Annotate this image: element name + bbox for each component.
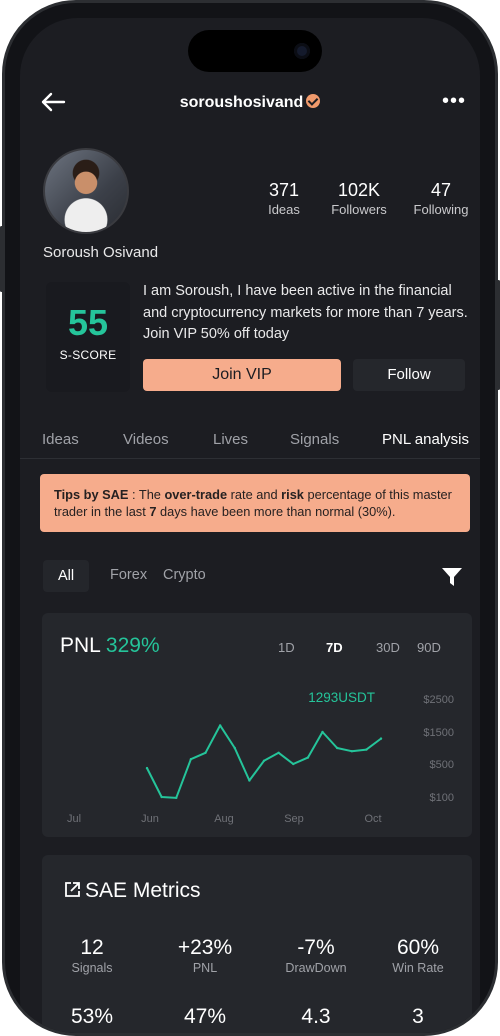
tips-prefix: Tips by SAE bbox=[54, 487, 129, 502]
metric-value: 3 bbox=[412, 1005, 424, 1028]
metric-value: 53% bbox=[70, 1005, 114, 1028]
pnl-data-point bbox=[145, 766, 149, 770]
pnl-data-point bbox=[365, 748, 368, 751]
sae-metrics-heading[interactable]: SAE Metrics bbox=[64, 879, 201, 903]
metric-value: 47% bbox=[183, 1005, 227, 1028]
pnl-data-point bbox=[350, 750, 353, 753]
tab-signals[interactable]: Signals bbox=[290, 431, 339, 448]
tips-text: days have been more than normal (30%). bbox=[156, 504, 396, 519]
metric-6: 47% bbox=[155, 1005, 255, 1030]
metric-value: 4.3 bbox=[301, 1005, 331, 1028]
tab-videos[interactable]: Videos bbox=[123, 431, 169, 448]
pnl-end-value-label: 1293USDT bbox=[308, 690, 375, 705]
external-link-icon bbox=[65, 882, 80, 897]
username-text: soroushosivand bbox=[179, 94, 304, 111]
more-horizontal-icon[interactable]: ••• bbox=[442, 91, 466, 111]
tab-ideas[interactable]: Ideas bbox=[42, 431, 79, 448]
pnl-line-chart: $2500 $1500 $500 $100 Jul Jun Aug Sep Oct 1293USD… bbox=[67, 690, 454, 825]
pnl-card: PNL 329% 1D 7D 30D 90D $2500 $1500 $500 $10… bbox=[42, 613, 472, 837]
pnl-data-point bbox=[248, 779, 251, 782]
join-vip-button[interactable]: Join VIP bbox=[143, 359, 341, 391]
pnl-data-point bbox=[204, 751, 207, 754]
metric-label: PNL bbox=[192, 961, 218, 975]
sae-metrics-title: SAE Metrics bbox=[85, 879, 201, 902]
tab-pnl-analysis[interactable]: PNL analysis bbox=[382, 431, 469, 448]
phone-frame: soroushosivand ••• Soroush Osivand 371 I… bbox=[2, 0, 498, 1036]
tips-text: : The bbox=[128, 487, 165, 502]
y-tick-label: $100 bbox=[430, 792, 454, 804]
metric-label: Signals bbox=[71, 961, 113, 975]
profile-username: soroushosivand bbox=[20, 94, 480, 112]
profile-full-name: Soroush Osivand bbox=[43, 244, 159, 261]
pnl-data-point bbox=[218, 724, 222, 727]
x-tick-label: Oct bbox=[364, 813, 381, 825]
stat-label: Ideas bbox=[268, 202, 300, 217]
stat-label: Following bbox=[413, 202, 469, 217]
metric-8: 3 bbox=[368, 1005, 468, 1030]
x-tick-label: Jun bbox=[141, 813, 159, 825]
metric-value: 60% bbox=[396, 936, 440, 959]
stat-value: 371 bbox=[268, 180, 300, 200]
camera-icon bbox=[294, 43, 310, 59]
y-tick-label: $500 bbox=[430, 759, 454, 771]
pnl-data-point bbox=[379, 737, 383, 740]
sae-tips-banner: Tips by SAE : The over-trade rate and ri… bbox=[40, 474, 470, 532]
s-score-card: 55 S-SCORE bbox=[46, 282, 130, 392]
pnl-data-point bbox=[292, 762, 295, 766]
filter-all-button[interactable]: All bbox=[43, 560, 89, 592]
pnl-data-point bbox=[321, 730, 324, 734]
x-tick-label: Aug bbox=[214, 813, 234, 825]
pnl-data-point bbox=[175, 796, 178, 800]
tips-text: rate and bbox=[227, 487, 282, 502]
stat-value: 102K bbox=[337, 180, 381, 200]
filter-forex-button[interactable]: Forex bbox=[110, 567, 147, 583]
profile-bio: I am Soroush, I have been active in the … bbox=[143, 283, 468, 342]
filter-crypto-button[interactable]: Crypto bbox=[163, 567, 206, 583]
pnl-data-point bbox=[277, 751, 280, 754]
pnl-data-point bbox=[189, 758, 193, 761]
stat-value: 47 bbox=[430, 180, 452, 200]
metric-value: -7% bbox=[297, 936, 335, 959]
verified-badge-icon bbox=[306, 94, 321, 108]
metric-label: DrawDown bbox=[285, 961, 347, 975]
stat-label: Followers bbox=[331, 202, 387, 217]
metric-label: Win Rate bbox=[392, 961, 444, 975]
avatar[interactable] bbox=[43, 148, 129, 234]
dynamic-island bbox=[188, 30, 322, 72]
stat-followers[interactable]: 102K Followers bbox=[324, 180, 394, 217]
s-score-value: 55 bbox=[67, 302, 109, 343]
tab-lives[interactable]: Lives bbox=[213, 431, 248, 448]
x-tick-label: Sep bbox=[284, 813, 304, 825]
stat-following[interactable]: 47 Following bbox=[406, 180, 476, 217]
x-tick-label: Jul bbox=[67, 813, 81, 825]
pnl-data-point bbox=[262, 759, 266, 762]
tips-bold: risk bbox=[281, 487, 304, 502]
y-tick-label: $1500 bbox=[423, 727, 454, 739]
metric-value: +23% bbox=[177, 936, 233, 959]
follow-button[interactable]: Follow bbox=[353, 359, 465, 391]
metric-drawdown: -7% DrawDown bbox=[266, 936, 366, 975]
metric-signals: 12 Signals bbox=[42, 936, 142, 975]
stat-ideas[interactable]: 371 Ideas bbox=[254, 180, 314, 217]
y-tick-label: $2500 bbox=[423, 694, 454, 706]
profile-tabs: Ideas Videos Lives Signals PNL analysis bbox=[20, 428, 480, 459]
s-score-label: S-SCORE bbox=[59, 348, 117, 362]
filter-funnel-icon[interactable] bbox=[441, 567, 463, 587]
tips-bold: over-trade bbox=[164, 487, 228, 502]
sae-metrics-card: SAE Metrics 12 Signals +23% PNL -7% Draw… bbox=[42, 855, 472, 1033]
metric-value: 12 bbox=[80, 936, 104, 959]
metric-pnl: +23% PNL bbox=[155, 936, 255, 975]
pnl-data-point bbox=[233, 746, 236, 750]
metric-5: 53% bbox=[42, 1005, 142, 1030]
pnl-data-point bbox=[306, 756, 310, 759]
pnl-data-point bbox=[160, 795, 163, 799]
metric-7: 4.3 bbox=[266, 1005, 366, 1030]
screen: soroushosivand ••• Soroush Osivand 371 I… bbox=[20, 18, 480, 1033]
pnl-data-point bbox=[335, 746, 339, 750]
metric-win-rate: 60% Win Rate bbox=[368, 936, 468, 975]
